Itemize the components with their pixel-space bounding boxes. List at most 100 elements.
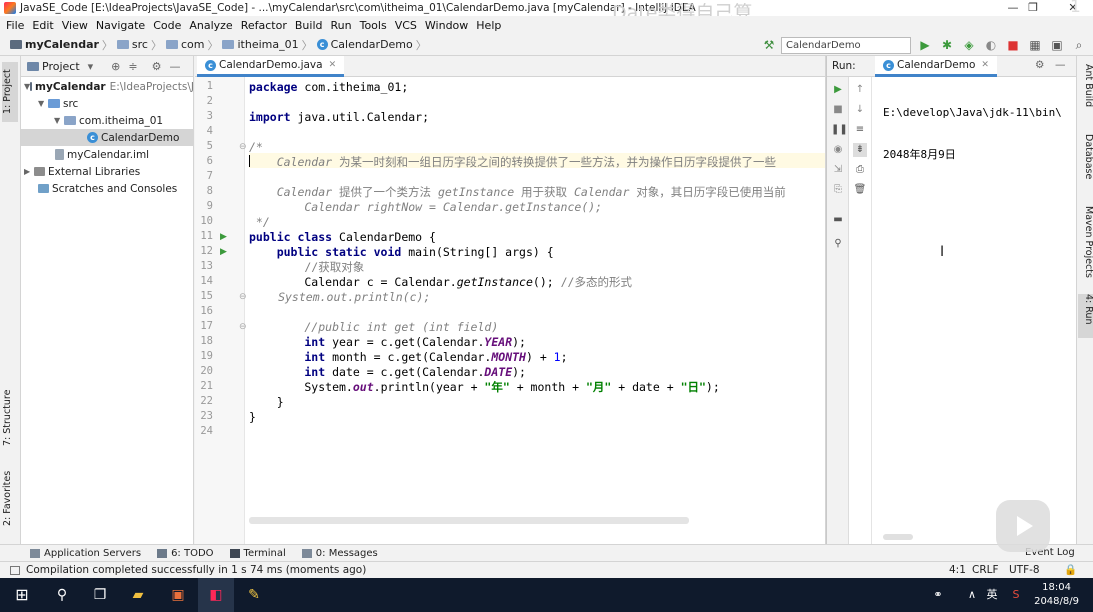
editor-tab-calendardemo[interactable]: c CalendarDemo.java ✕	[197, 56, 345, 77]
lock-icon[interactable]: 🔒	[1064, 563, 1077, 576]
print-icon[interactable]: ⎙	[853, 163, 867, 177]
tab-maven[interactable]: Maven Projects	[1078, 206, 1093, 286]
tab-ant-build[interactable]: Ant Build	[1078, 64, 1093, 120]
scroll-down-icon[interactable]: ↓	[853, 103, 867, 117]
dump-threads-icon[interactable]: ◉	[831, 143, 845, 157]
hide-panel-icon[interactable]: —	[169, 60, 180, 73]
scroll-to-end-icon[interactable]: ⇟	[853, 143, 867, 157]
scroll-up-icon[interactable]: ↑	[853, 83, 867, 97]
export-icon[interactable]: ⎘	[831, 183, 845, 197]
settings-gear-icon[interactable]: ⚙	[152, 60, 162, 73]
dropdown-arrow-icon[interactable]: ▾	[88, 60, 94, 73]
breadcrumb-mycalendar[interactable]: myCalendar 〉	[10, 37, 113, 53]
run-config-select[interactable]: CalendarDemo	[781, 36, 911, 54]
collapse-all-icon[interactable]: ≑	[128, 60, 137, 73]
scroll-from-source-icon[interactable]: ⊕	[111, 60, 120, 73]
search-icon[interactable]: ⚲	[44, 578, 80, 612]
tab-favorites[interactable]: 2: Favorites	[2, 466, 18, 530]
tree-item-scratches[interactable]: Scratches and Consoles	[21, 180, 194, 197]
tab-run[interactable]: 4: Run	[1078, 294, 1093, 338]
profile-icon[interactable]: ◐	[983, 37, 999, 53]
windows-start-icon[interactable]: ⊞	[4, 578, 40, 612]
menu-navigate[interactable]: Navigate	[96, 19, 145, 32]
tray-expand-icon[interactable]: ∧	[962, 578, 982, 612]
breadcrumb-src[interactable]: src 〉	[116, 37, 162, 53]
video-play-button[interactable]	[996, 500, 1050, 552]
project-structure-icon[interactable]: ▦	[1027, 37, 1043, 53]
code-area[interactable]: package com.itheima_01; import java.util…	[249, 77, 825, 544]
menu-vcs[interactable]: VCS	[395, 19, 417, 32]
file-encoding[interactable]: UTF-8	[1009, 564, 1040, 576]
hide-panel-icon[interactable]: —	[1055, 59, 1066, 71]
menu-file[interactable]: File	[6, 19, 24, 32]
tab-messages[interactable]: 0: Messages	[301, 548, 378, 559]
breadcrumb-com[interactable]: com 〉	[165, 37, 218, 53]
tree-item-external-libraries[interactable]: ▶ External Libraries	[21, 163, 194, 180]
console-hscrollbar[interactable]	[883, 534, 913, 540]
build-hammer-icon[interactable]: ⚒	[761, 37, 777, 53]
people-icon[interactable]: ⚭	[928, 578, 948, 612]
breadcrumb-calendardemo[interactable]: c CalendarDemo 〉	[316, 37, 427, 53]
restore-layout-icon[interactable]: ⇲	[831, 163, 845, 177]
caret-position[interactable]: 4:1	[949, 564, 966, 576]
run-icon[interactable]: ▶	[917, 37, 933, 53]
expand-arrow-icon[interactable]: ▼	[54, 116, 64, 125]
run-main-gutter-icon[interactable]: ▶	[220, 247, 227, 257]
stop-icon[interactable]: ■	[831, 103, 845, 117]
debug-icon[interactable]: ✱	[939, 37, 955, 53]
tab-application-servers[interactable]: Application Servers	[30, 548, 141, 559]
notepad-icon[interactable]: ✎	[236, 578, 272, 612]
line-separator[interactable]: CRLF	[972, 564, 999, 576]
expand-arrow-icon[interactable]: ▼	[38, 99, 48, 108]
run-class-gutter-icon[interactable]: ▶	[220, 232, 227, 242]
menu-code[interactable]: Code	[153, 19, 181, 32]
task-view-icon[interactable]: ❐	[82, 578, 118, 612]
rerun-icon[interactable]: ▶	[831, 83, 845, 97]
taskbar-clock[interactable]: 18:04 2048/8/9	[1034, 581, 1079, 609]
menu-analyze[interactable]: Analyze	[189, 19, 232, 32]
tree-item-mycalendar[interactable]: ▼ myCalendar E:\IdeaProjects\J	[21, 78, 194, 95]
clear-all-icon[interactable]: 🗑	[853, 183, 867, 197]
search-icon[interactable]: ⌕	[1071, 37, 1087, 53]
horizontal-scrollbar[interactable]	[249, 517, 689, 524]
sogou-icon[interactable]: S	[1006, 578, 1026, 612]
settings-gear-icon[interactable]: ⚙	[1035, 59, 1044, 71]
pin-icon[interactable]: ⚲	[831, 237, 845, 251]
stop-icon[interactable]: ■	[1005, 37, 1021, 53]
tab-database[interactable]: Database	[1078, 134, 1093, 190]
menu-tools[interactable]: Tools	[360, 19, 387, 32]
tab-terminal[interactable]: Terminal	[229, 548, 286, 559]
sdk-icon[interactable]: ▣	[1049, 37, 1065, 53]
menu-build[interactable]: Build	[295, 19, 323, 32]
file-explorer-icon[interactable]: ▰	[120, 578, 156, 612]
menu-run[interactable]: Run	[331, 19, 352, 32]
ime-indicator[interactable]: 英	[982, 578, 1002, 612]
powerpoint-icon[interactable]: ▣	[160, 578, 196, 612]
fold-marker-icon[interactable]: ⊖	[239, 322, 247, 332]
menu-window[interactable]: Window	[425, 19, 468, 32]
tree-item-package[interactable]: ▼ com.itheima_01	[21, 112, 194, 129]
layout-icon[interactable]: ▬	[831, 213, 845, 227]
status-toggle-icon[interactable]	[10, 565, 20, 575]
code-editor[interactable]: c CalendarDemo.java ✕ 1 2 3 4 5 6 7 8 9 …	[195, 56, 825, 544]
soft-wrap-icon[interactable]: ≡	[853, 123, 867, 137]
tree-item-src[interactable]: ▼ src	[21, 95, 194, 112]
close-tab-icon[interactable]: ✕	[329, 60, 337, 70]
tab-project[interactable]: 1: Project	[2, 62, 18, 122]
tree-item-calendardemo[interactable]: c CalendarDemo	[21, 129, 194, 146]
restore-button[interactable]: ❐	[1015, 0, 1051, 16]
pause-icon[interactable]: ❚❚	[831, 123, 848, 137]
console-output[interactable]: E:\develop\Java\jdk-11\bin\ 2048年8月9日	[883, 78, 1062, 190]
menu-edit[interactable]: Edit	[32, 19, 53, 32]
menu-refactor[interactable]: Refactor	[241, 19, 287, 32]
menu-view[interactable]: View	[62, 19, 88, 32]
intellij-taskbar-icon[interactable]: ◧	[198, 578, 234, 612]
collapse-arrow-icon[interactable]: ▶	[24, 167, 34, 176]
fold-marker-icon[interactable]: ⊖	[239, 292, 247, 302]
fold-marker-icon[interactable]: ⊖	[239, 142, 247, 152]
menu-help[interactable]: Help	[476, 19, 501, 32]
coverage-icon[interactable]: ◈	[961, 37, 977, 53]
project-view-select[interactable]: Project	[42, 60, 80, 73]
tab-structure[interactable]: 7: Structure	[2, 386, 18, 450]
close-tab-icon[interactable]: ✕	[981, 60, 989, 70]
